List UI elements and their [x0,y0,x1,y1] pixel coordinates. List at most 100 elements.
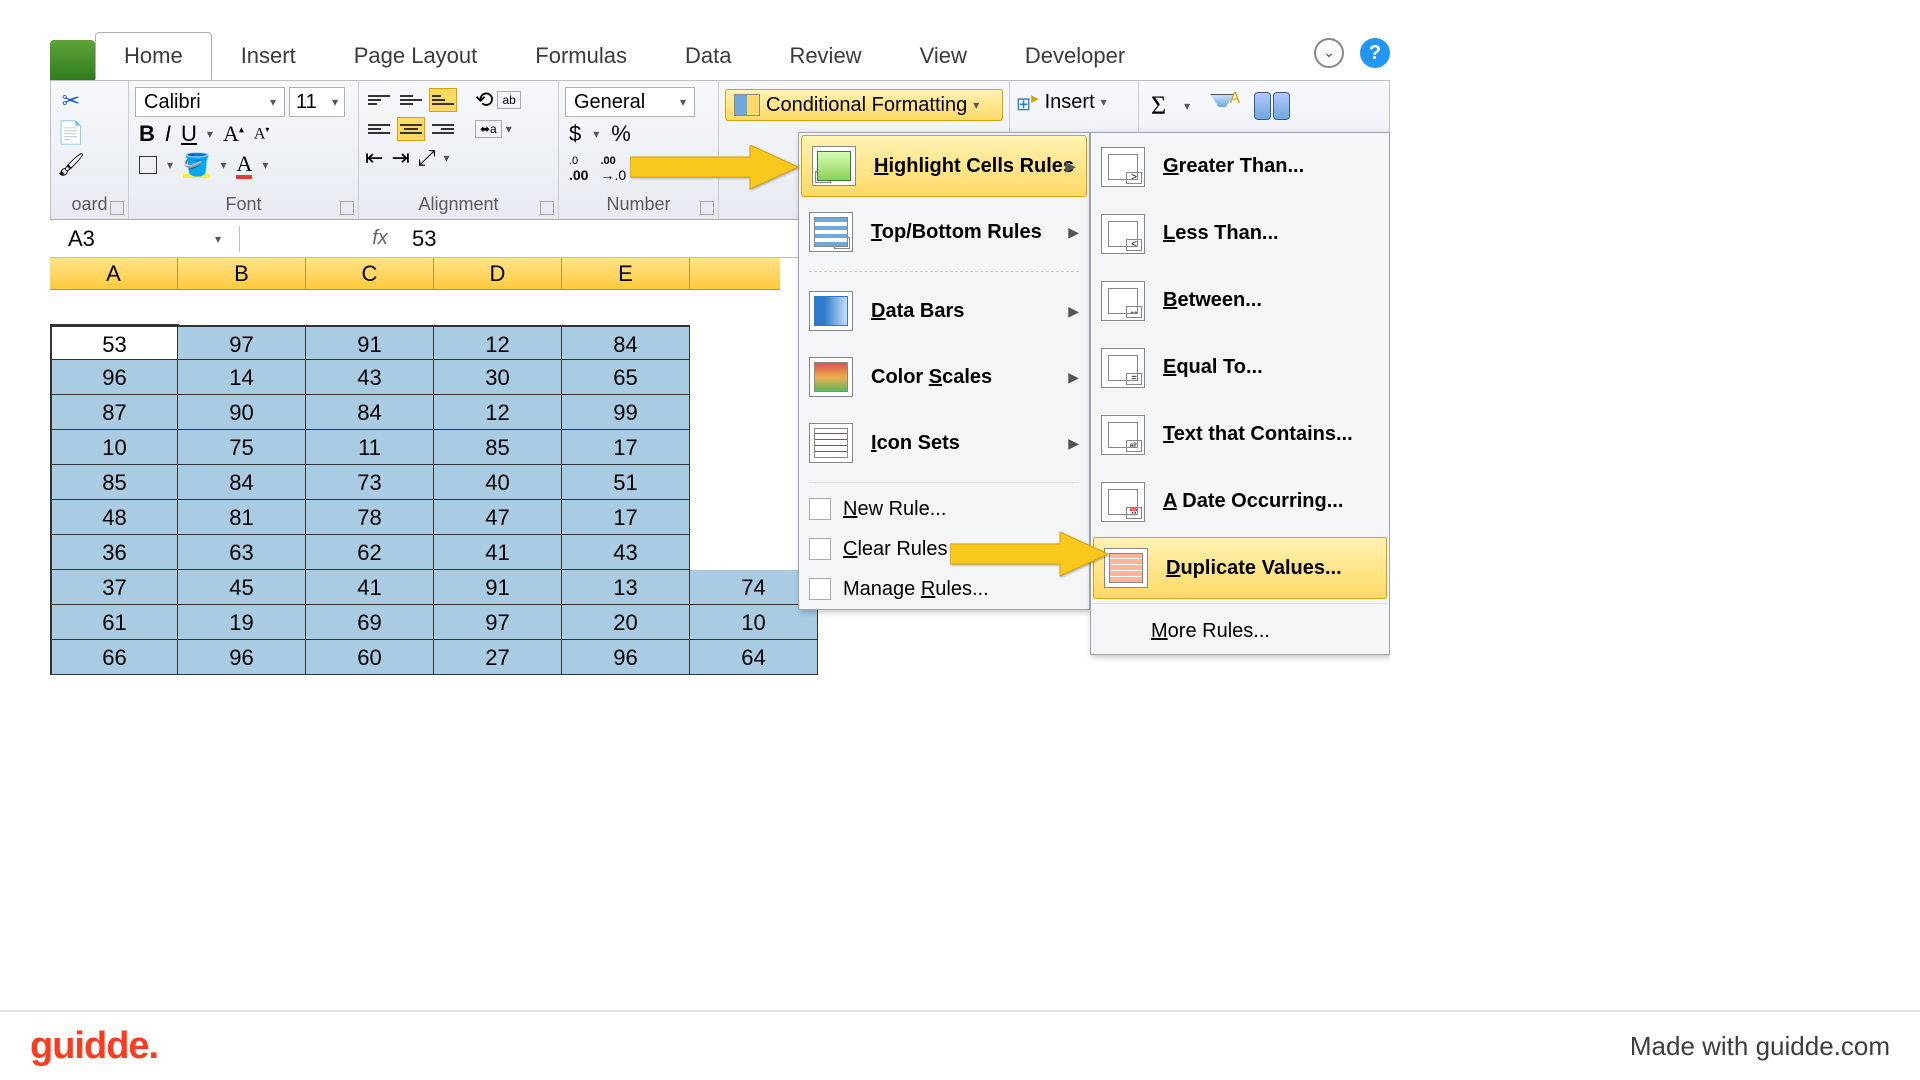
tab-insert[interactable]: Insert [212,32,325,80]
cell[interactable]: 69 [306,605,434,640]
col-header-c[interactable]: C [306,258,434,290]
decrease-decimal[interactable]: .00→.0 [600,151,626,183]
cell[interactable]: 10 [690,605,818,640]
cell[interactable]: 12 [434,325,562,360]
format-painter-icon[interactable]: 🖌 [57,151,85,179]
tab-data[interactable]: Data [656,32,760,80]
align-top[interactable] [365,88,393,112]
cell[interactable]: 47 [434,500,562,535]
increase-indent[interactable]: ⇥ [391,145,409,171]
cell[interactable]: 75 [178,430,306,465]
align-center[interactable] [397,117,425,141]
col-header-d[interactable]: D [434,258,562,290]
tab-review[interactable]: Review [760,32,890,80]
fill-color-button[interactable]: 🪣 [183,152,210,178]
decrease-indent[interactable]: ⇤ [365,145,383,171]
tab-home[interactable]: Home [95,32,212,80]
cell[interactable]: 43 [306,360,434,395]
file-tab[interactable] [50,40,95,80]
tab-formulas[interactable]: Formulas [506,32,656,80]
cell[interactable]: 11 [306,430,434,465]
tab-view[interactable]: View [891,32,996,80]
cell[interactable]: 36 [50,535,178,570]
menu-highlight-cells-rules[interactable]: ≤≥ Highlight Cells Rules ▶ [801,135,1087,197]
cell[interactable]: 48 [50,500,178,535]
cell[interactable]: 91 [434,570,562,605]
cell[interactable]: 84 [562,325,690,360]
borders-button[interactable] [139,156,157,174]
submenu-text-contains[interactable]: ab Text that Contains... [1091,401,1389,468]
cell[interactable]: 81 [178,500,306,535]
cell[interactable]: 91 [306,325,434,360]
cell[interactable]: 17 [562,430,690,465]
cell[interactable]: 96 [178,640,306,675]
cell[interactable]: 30 [434,360,562,395]
insert-button[interactable]: ⊞▸ Insert ▾ [1016,89,1132,115]
tab-page-layout[interactable]: Page Layout [325,32,507,80]
cell[interactable]: 14 [178,360,306,395]
cut-icon[interactable]: ✂ [57,87,85,115]
cell[interactable]: 65 [562,360,690,395]
menu-new-rule[interactable]: New Rule... [799,489,1089,529]
minimize-ribbon-icon[interactable]: ⌄ [1314,38,1344,68]
font-name-select[interactable]: Calibri▾ [135,87,285,117]
number-format-select[interactable]: General▾ [565,87,695,117]
cell[interactable]: 96 [562,640,690,675]
cell[interactable]: 90 [178,395,306,430]
wrap-text-button[interactable]: ab [497,91,520,109]
cell[interactable]: 62 [306,535,434,570]
cell[interactable]: 60 [306,640,434,675]
orientation-button[interactable]: ⟲ [475,87,493,113]
cell[interactable]: 63 [178,535,306,570]
autosum-button[interactable]: Σ [1151,91,1166,121]
align-left[interactable] [365,117,393,141]
submenu-less-than[interactable]: < Less Than... [1091,200,1389,267]
alignment-launcher[interactable] [540,201,554,215]
copy-icon[interactable]: 📄 [57,119,85,147]
help-icon[interactable]: ? [1360,38,1390,68]
cell[interactable]: 84 [178,465,306,500]
col-header-f-partial[interactable] [690,258,780,290]
cell[interactable]: 43 [562,535,690,570]
tab-developer[interactable]: Developer [996,32,1154,80]
submenu-equal-to[interactable]: = Equal To... [1091,334,1389,401]
cell[interactable]: 87 [50,395,178,430]
menu-data-bars[interactable]: Data Bars ▶ [799,278,1089,344]
col-header-a[interactable]: A [50,258,178,290]
cell[interactable]: 37 [50,570,178,605]
cell[interactable]: 19 [178,605,306,640]
fx-icon[interactable]: fx [360,227,400,250]
cell[interactable]: 85 [50,465,178,500]
cell[interactable]: 99 [562,395,690,430]
font-size-select[interactable]: 11▾ [289,87,345,117]
sort-filter-button[interactable]: A [1208,92,1236,120]
col-header-e[interactable]: E [562,258,690,290]
name-box[interactable]: A3▾ [50,226,240,252]
submenu-greater-than[interactable]: > Greater Than... [1091,133,1389,200]
cell[interactable]: 41 [306,570,434,605]
underline-button[interactable]: U [181,121,197,147]
cell[interactable]: 41 [434,535,562,570]
cell[interactable]: 17 [562,500,690,535]
cell[interactable]: 66 [50,640,178,675]
italic-button[interactable]: I [165,121,171,147]
cell[interactable]: 85 [434,430,562,465]
cell[interactable]: 45 [178,570,306,605]
menu-color-scales[interactable]: Color Scales ▶ [799,344,1089,410]
cell[interactable]: 40 [434,465,562,500]
submenu-duplicate-values[interactable]: Duplicate Values... [1093,537,1387,599]
cell[interactable]: 51 [562,465,690,500]
orientation-diag[interactable]: ⤢ [418,145,436,171]
cell[interactable]: 96 [50,360,178,395]
find-select-button[interactable] [1254,92,1290,120]
cell[interactable]: 78 [306,500,434,535]
font-color-button[interactable]: A [236,151,252,179]
cell[interactable]: 20 [562,605,690,640]
number-launcher[interactable] [700,201,714,215]
currency-button[interactable]: $ [569,121,581,147]
cell[interactable]: 84 [306,395,434,430]
submenu-more-rules[interactable]: More Rules... [1091,608,1389,654]
increase-decimal[interactable]: .0.00 [569,151,588,183]
cell[interactable]: 53 [50,325,178,360]
cell[interactable]: 61 [50,605,178,640]
